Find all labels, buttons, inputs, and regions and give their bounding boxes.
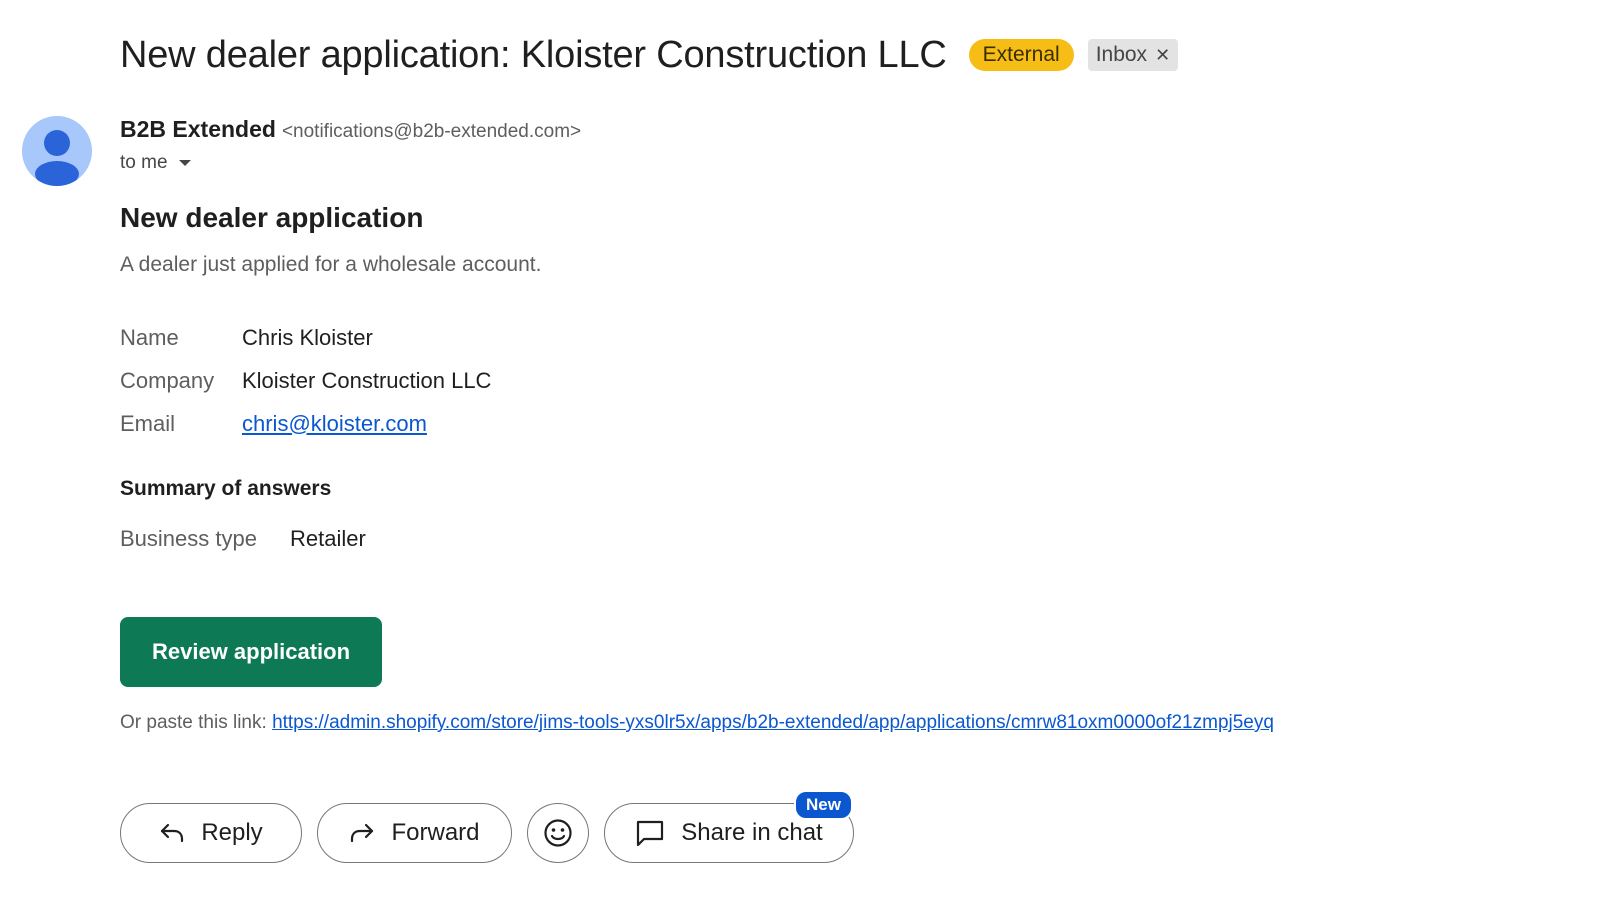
close-icon[interactable]: ✕ <box>1155 43 1170 67</box>
inbox-label-chip: Inbox ✕ <box>1087 39 1179 71</box>
message-heading: New dealer application <box>120 202 424 233</box>
applicant-email-link[interactable]: chris@kloister.com <box>242 411 427 437</box>
share-label: Share in chat <box>681 819 823 846</box>
inbox-label-text: Inbox <box>1095 43 1148 66</box>
detail-label: Company <box>120 367 215 393</box>
detail-value: Chris Kloister <box>242 324 373 350</box>
message-intro: A dealer just applied for a wholesale ac… <box>120 253 542 276</box>
forward-label: Forward <box>391 819 480 846</box>
answer-value: Retailer <box>290 526 366 551</box>
smiley-icon <box>544 819 572 847</box>
sender-name[interactable]: B2B Extended <box>120 116 276 143</box>
detail-label: Name <box>120 324 179 350</box>
detail-value: Kloister Construction LLC <box>242 367 492 393</box>
applicant-details: Name Chris Kloister Company Kloister Con… <box>120 316 491 445</box>
answer-label: Business type <box>120 526 257 551</box>
external-label-badge: External <box>968 39 1074 71</box>
emoji-reaction-button[interactable] <box>527 803 589 863</box>
chat-bubble-icon <box>635 819 665 847</box>
detail-row-name: Name Chris Kloister <box>120 316 491 359</box>
avatar[interactable] <box>22 116 92 186</box>
answer-row-business-type: Business type Retailer <box>120 526 366 552</box>
detail-row-company: Company Kloister Construction LLC <box>120 359 491 402</box>
sender-email: <notifications@b2b-extended.com> <box>281 121 582 142</box>
person-icon <box>35 130 79 186</box>
detail-row-email: Email chris@kloister.com <box>120 402 491 445</box>
sender-row: B2B Extended <notifications@b2b-extended… <box>120 116 581 146</box>
review-application-button[interactable]: Review application <box>120 617 382 687</box>
share-in-chat-button[interactable]: Share in chat New <box>604 790 854 863</box>
email-subject: New dealer application: Kloister Constru… <box>120 33 947 76</box>
new-feature-badge: New <box>794 790 853 820</box>
action-bar: Reply Forward Share in chat New <box>120 790 854 863</box>
detail-label: Email <box>120 410 176 436</box>
summary-heading: Summary of answers <box>120 477 332 500</box>
chevron-down-icon[interactable] <box>178 152 192 174</box>
paste-link-row: Or paste this link: https://admin.shopif… <box>120 712 1274 734</box>
subject-row: New dealer application: Kloister Constru… <box>120 30 1179 80</box>
recipient-text: to me <box>120 152 168 173</box>
forward-button[interactable]: Forward <box>317 803 512 863</box>
application-link[interactable]: https://admin.shopify.com/store/jims-too… <box>272 712 1274 733</box>
paste-link-prefix: Or paste this link: <box>120 712 273 733</box>
recipient-row: to me <box>120 152 192 174</box>
reply-button[interactable]: Reply <box>120 803 302 863</box>
reply-label: Reply <box>201 819 263 846</box>
forward-icon <box>349 822 375 844</box>
reply-icon <box>159 822 185 844</box>
